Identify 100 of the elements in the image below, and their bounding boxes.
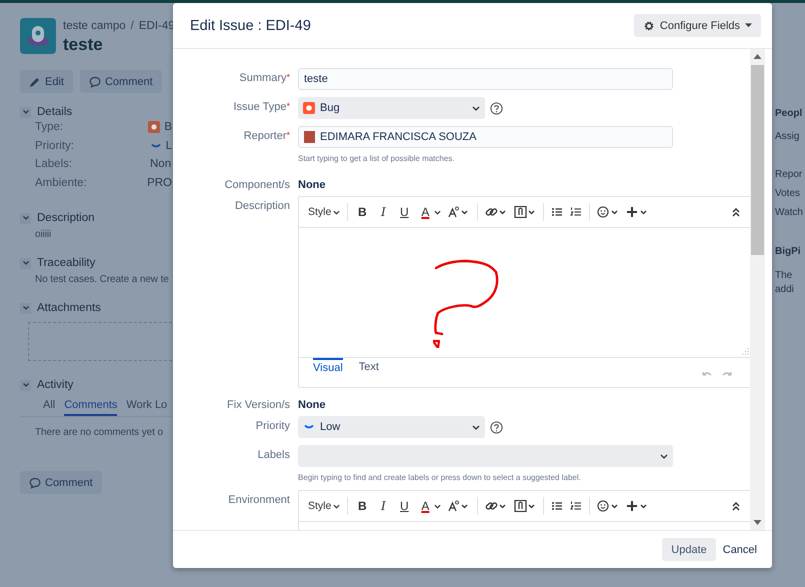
collapse-toggle[interactable] xyxy=(20,258,31,268)
configure-fields-button[interactable]: Configure Fields xyxy=(634,14,761,37)
speech-bubble-icon xyxy=(29,476,41,488)
detail-label: Type: xyxy=(35,121,64,134)
field-label: Summary xyxy=(239,72,286,84)
scrollbar[interactable] xyxy=(750,49,765,530)
format-button[interactable]: U xyxy=(397,205,412,219)
dropdown-chevron-icon xyxy=(472,106,480,110)
action-button[interactable]: Comment xyxy=(80,70,162,93)
link-icon[interactable] xyxy=(485,500,508,512)
emoji-icon[interactable] xyxy=(597,500,620,512)
format-button[interactable]: U xyxy=(397,499,412,513)
help-icon[interactable] xyxy=(490,420,503,434)
cancel-link[interactable]: Cancel xyxy=(720,538,760,561)
field-label: Reporter xyxy=(244,130,286,142)
plus-icon[interactable] xyxy=(626,206,648,218)
collapse-toggle[interactable] xyxy=(20,380,31,390)
labels-field[interactable] xyxy=(298,445,673,467)
help-icon[interactable] xyxy=(490,102,503,114)
detail-label: Ambiente: xyxy=(35,176,88,189)
dropdown-chevron-icon xyxy=(660,454,668,458)
numbered-list-icon[interactable] xyxy=(570,206,582,218)
dialog-title: Edit Issue : EDI-49 xyxy=(190,18,311,34)
style-dropdown[interactable]: Style xyxy=(308,500,340,512)
activity-tab[interactable]: Work Lo xyxy=(126,399,168,416)
section-heading: Details xyxy=(37,106,72,118)
activity-tab[interactable]: All xyxy=(43,399,56,416)
detail-label: Labels: xyxy=(35,158,74,170)
format-button[interactable]: I xyxy=(376,205,390,219)
avatar-photo-placeholder xyxy=(304,131,315,143)
chevron-down-icon[interactable] xyxy=(434,504,442,508)
bug-icon xyxy=(303,102,315,114)
emoji-icon[interactable] xyxy=(597,206,620,218)
update-button[interactable]: Update xyxy=(662,538,716,561)
field-hint: Start typing to get a list of possible matches. xyxy=(298,154,456,163)
chevron-down-icon xyxy=(22,381,30,389)
field-label: Issue Type xyxy=(233,101,286,113)
detail-value: L xyxy=(166,140,172,152)
dropdown-chevron-icon xyxy=(472,424,480,430)
bullet-list-icon[interactable] xyxy=(551,206,564,218)
side-panel-text: The xyxy=(775,270,792,281)
chevron-down-icon xyxy=(333,210,340,214)
field-label: Component/s xyxy=(224,179,290,191)
detail-value: B xyxy=(164,121,172,134)
action-button[interactable]: Edit xyxy=(20,70,73,93)
collapse-toolbar-icon[interactable] xyxy=(730,206,742,218)
style-dropdown[interactable]: Style xyxy=(308,206,340,218)
detail-label: Priority: xyxy=(35,140,75,152)
issue-title: teste xyxy=(63,35,104,55)
editor-mode-tab[interactable]: Visual xyxy=(313,358,343,387)
collapse-toggle[interactable] xyxy=(20,302,31,314)
link-icon[interactable] xyxy=(485,206,508,218)
field-label: Environment xyxy=(228,494,290,506)
section-heading: Attachments xyxy=(37,302,101,314)
side-panel-text: Peopl xyxy=(775,108,802,119)
format-button[interactable]: B xyxy=(355,499,370,513)
field-value: None xyxy=(298,178,326,191)
collapse-toggle[interactable] xyxy=(20,106,31,118)
side-panel-text: Repor xyxy=(775,169,802,180)
section-heading: Description xyxy=(37,212,95,224)
field-label: Priority xyxy=(256,420,290,432)
detail-value: PRO xyxy=(147,176,172,189)
gear-icon xyxy=(642,20,655,32)
required-mark: * xyxy=(286,101,290,111)
attachment-icon[interactable] xyxy=(514,500,536,512)
collapse-toggle[interactable] xyxy=(20,212,31,224)
side-panel-text: addi xyxy=(775,284,794,295)
description-text: oiiiii xyxy=(34,229,52,240)
side-panel-text: Assig xyxy=(775,131,800,142)
attachment-icon[interactable] xyxy=(514,206,536,218)
chevron-down-icon[interactable] xyxy=(434,210,442,214)
bug-icon xyxy=(148,121,160,134)
chevron-down-icon xyxy=(22,304,30,312)
plus-icon[interactable] xyxy=(626,500,648,512)
format-button[interactable]: I xyxy=(376,499,390,513)
speech-bubble-icon xyxy=(88,76,101,88)
empty-comments-text: There are no comments yet o xyxy=(34,427,164,438)
text-effects-icon[interactable] xyxy=(448,500,470,512)
format-button[interactable]: A xyxy=(418,205,432,219)
required-mark: * xyxy=(286,130,290,140)
bullet-list-icon[interactable] xyxy=(551,500,564,512)
editor-mode-tab[interactable]: Text xyxy=(358,358,379,387)
format-button[interactable]: A xyxy=(418,499,432,513)
collapse-toolbar-icon[interactable] xyxy=(730,500,742,512)
comment-button[interactable]: Comment xyxy=(20,471,102,494)
numbered-list-icon[interactable] xyxy=(570,500,582,512)
breadcrumb-link[interactable]: teste campo xyxy=(63,20,126,32)
select-field[interactable]: Low xyxy=(298,416,485,438)
scroll-down-arrow-icon[interactable] xyxy=(753,520,762,525)
caret-icon xyxy=(745,23,752,28)
text-field[interactable]: teste xyxy=(298,68,673,90)
select-field[interactable]: Bug xyxy=(298,97,485,119)
pencil-icon xyxy=(29,76,41,88)
format-button[interactable]: B xyxy=(355,205,370,219)
user-picker-field[interactable]: EDIMARA FRANCISCA SOUZA xyxy=(298,126,673,148)
scroll-up-arrow-icon[interactable] xyxy=(753,54,762,59)
field-value: None xyxy=(298,398,326,411)
chevron-down-icon xyxy=(22,214,30,222)
text-effects-icon[interactable] xyxy=(448,206,470,218)
field-label: Fix Version/s xyxy=(227,399,290,411)
